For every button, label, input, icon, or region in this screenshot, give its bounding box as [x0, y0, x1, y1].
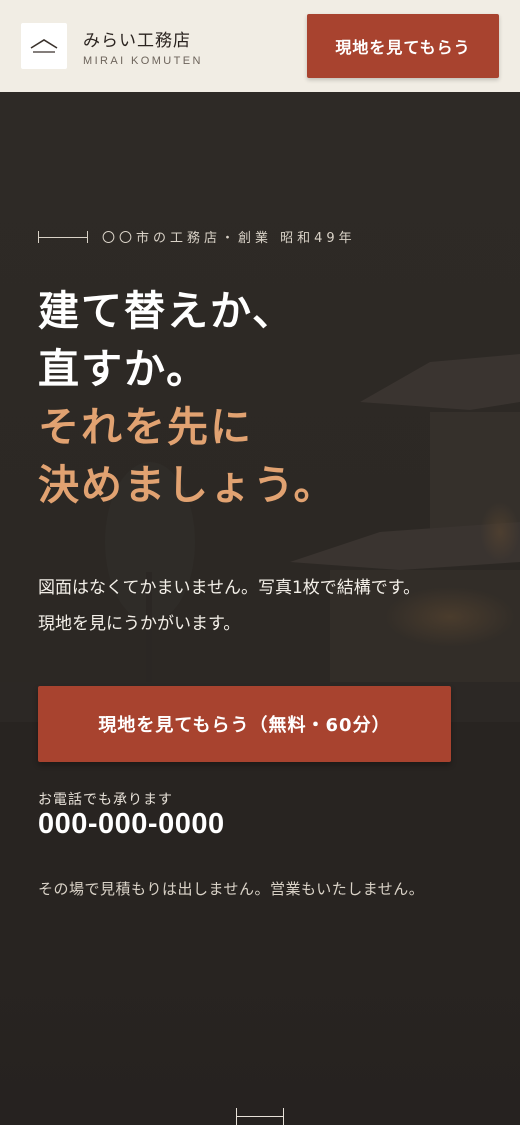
logo [21, 23, 67, 69]
brand[interactable]: みらい工務店 MIRAI KOMUTEN [21, 23, 203, 69]
headline-line-2: 直すか。 [38, 345, 210, 393]
site-header: みらい工務店 MIRAI KOMUTEN 現地を見てもらう [0, 0, 520, 92]
phone-label: お電話でも承ります [38, 792, 173, 808]
eyebrow: 〇〇市の工務店・創業 昭和49年 [38, 227, 356, 246]
eyebrow-rule [38, 230, 88, 243]
brand-subtitle: MIRAI KOMUTEN [83, 54, 203, 67]
phone-number-link[interactable]: 000-000-0000 [38, 808, 225, 841]
eyebrow-text: 〇〇市の工務店・創業 昭和49年 [102, 231, 356, 246]
house-roof-icon [30, 39, 58, 53]
hero-section: 〇〇市の工務店・創業 昭和49年 建て替えか、 直すか。 それを先に 決めましょ… [0, 92, 520, 1125]
brand-name: みらい工務店 [83, 30, 191, 51]
header-visit-request-button[interactable]: 現地を見てもらう [307, 14, 499, 78]
headline-line-1: 建て替えか、 [38, 287, 296, 335]
hero-note: その場で見積もりは出しません。営業もいたしません。 [38, 880, 425, 898]
scroll-indicator [236, 1108, 284, 1125]
hero-lead: 図面はなくてかまいません。写真1枚で結構です。 現地を見にうかがいます。 [38, 570, 420, 642]
hero-headline: 建て替えか、 直すか。 それを先に 決めましょう。 [38, 282, 337, 514]
headline-accent-line-2: 決めましょう。 [38, 461, 337, 509]
lead-line-2: 現地を見にうかがいます。 [38, 614, 241, 634]
lead-line-1: 図面はなくてかまいません。写真1枚で結構です。 [38, 578, 421, 598]
headline-accent-line-1: それを先に [38, 403, 253, 451]
hero-visit-request-button[interactable]: 現地を見てもらう（無料・60分） [38, 686, 451, 762]
